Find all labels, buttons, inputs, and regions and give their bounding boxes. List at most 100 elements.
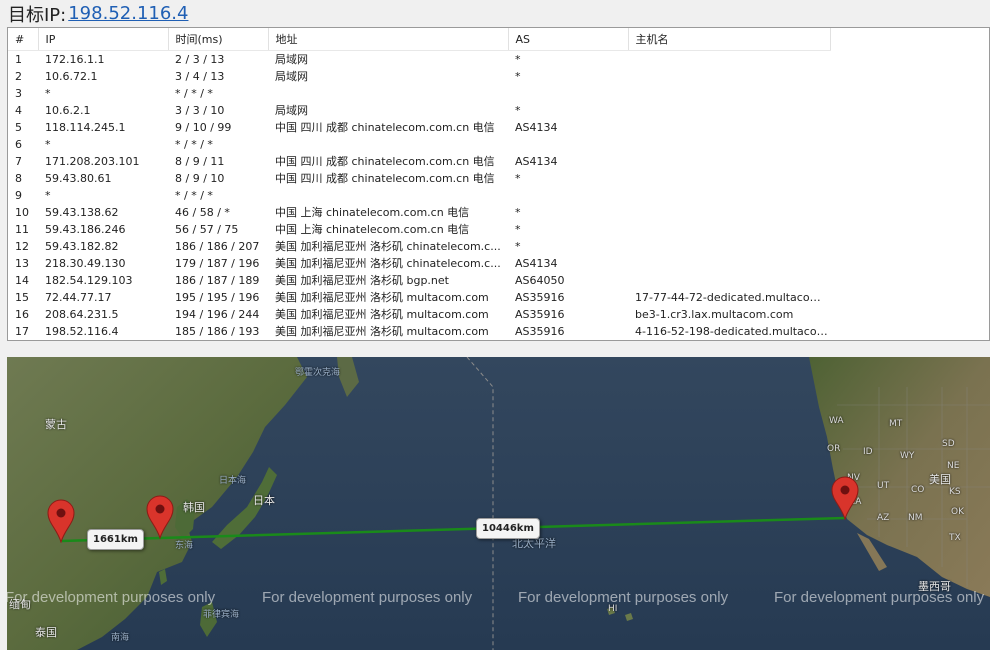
column-header-ip[interactable]: IP: [38, 28, 169, 51]
hop-ip-cell: 59.43.186.246: [45, 223, 126, 236]
state-wy: WY: [900, 451, 915, 461]
column-header-hostname[interactable]: 主机名: [628, 28, 831, 51]
hop-hostname-cell: [628, 187, 830, 204]
hop-hostname-cell: [628, 204, 830, 221]
table-row[interactable]: 5 118.114.245.1 9 / 10 / 99 中国 四川 成都 chinat…: [8, 119, 830, 136]
map-pin-marker-chengdu[interactable]: [47, 499, 75, 543]
hop-number-cell: 7: [15, 155, 22, 168]
column-header-hop[interactable]: #: [8, 28, 39, 51]
table-row[interactable]: 7 171.208.203.101 8 / 9 / 11 中国 四川 成都 china…: [8, 153, 830, 170]
hop-number-cell: 1: [15, 53, 22, 66]
hop-time-cell: 8 / 9 / 11: [175, 155, 225, 168]
hop-as-cell: AS4134: [515, 121, 558, 134]
table-row[interactable]: 13 218.30.49.130 179 / 187 / 196 美国 加利福尼亚州 …: [8, 255, 830, 272]
state-sd: SD: [942, 439, 955, 449]
state-wa: WA: [829, 416, 844, 426]
hop-number-cell: 17: [15, 325, 29, 338]
hop-hostname-cell: [628, 221, 830, 238]
hop-as-cell: AS35916: [515, 308, 565, 321]
hop-ip-cell: 218.30.49.130: [45, 257, 126, 270]
state-az: AZ: [877, 513, 890, 523]
hop-address-cell: 中国 四川 成都 chinatelecom.com.cn 电信: [275, 155, 495, 168]
hop-address-cell: 中国 四川 成都 chinatelecom.com.cn 电信: [275, 121, 495, 134]
label-okhotsk-sea: 鄂霍次克海: [295, 368, 341, 378]
watermark-3: For development purposes only: [518, 589, 729, 606]
table-row[interactable]: 14 182.54.129.103 186 / 187 / 189 美国 加利福尼亚州…: [8, 272, 830, 289]
state-nm: NM: [908, 513, 923, 523]
label-japan: 日本: [253, 494, 275, 507]
hop-number-cell: 10: [15, 206, 29, 219]
hop-address-cell: 美国 加利福尼亚州 洛杉矶 multacom.com: [275, 325, 489, 338]
hop-hostname-cell: [628, 255, 830, 272]
column-header-as[interactable]: AS: [508, 28, 629, 51]
hop-as-cell: [508, 187, 628, 204]
hop-number-cell: 16: [15, 308, 29, 321]
route-map[interactable]: 蒙古 韩国 日本 日本海 东海 鄂霍次克海 北太平洋 美国 墨西哥 泰国 缅甸 …: [7, 357, 990, 650]
hop-time-cell: * / * / *: [175, 138, 213, 151]
hop-hostname-cell: [628, 119, 830, 136]
distance-label-segment-2: 10446km: [476, 518, 540, 539]
hop-as-cell: AS4134: [515, 257, 558, 270]
hop-as-cell: AS4134: [515, 155, 558, 168]
hop-time-cell: 186 / 186 / 207: [175, 240, 260, 253]
hop-address-cell: 美国 加利福尼亚州 洛杉矶 chinatelecom.c...: [275, 240, 501, 253]
table-row[interactable]: 2 10.6.72.1 3 / 4 / 13 局域网 *: [8, 68, 830, 85]
hop-hostname-cell: [628, 51, 830, 69]
target-ip-link[interactable]: 198.52.116.4: [68, 3, 188, 24]
map-pin-marker-shanghai[interactable]: [146, 495, 174, 539]
table-row[interactable]: 1 172.16.1.1 2 / 3 / 13 局域网 *: [8, 51, 830, 69]
table-row[interactable]: 10 59.43.138.62 46 / 58 / * 中国 上海 chinatele…: [8, 204, 830, 221]
label-sea-of-japan: 日本海: [219, 476, 247, 486]
hop-as-cell: *: [515, 53, 521, 66]
hop-ip-cell: 172.16.1.1: [45, 53, 105, 66]
label-mongolia: 蒙古: [45, 418, 67, 431]
map-pin-marker-los-angeles[interactable]: [831, 476, 859, 520]
hop-time-cell: * / * / *: [175, 87, 213, 100]
table-row[interactable]: 9 * * / * / *: [8, 187, 830, 204]
table-row[interactable]: 8 59.43.80.61 8 / 9 / 10 中国 四川 成都 chinatele…: [8, 170, 830, 187]
hop-number-cell: 2: [15, 70, 22, 83]
hop-hostname-cell: [628, 170, 830, 187]
hop-ip-cell: 59.43.80.61: [45, 172, 112, 185]
hop-hostname-cell: [628, 238, 830, 255]
label-thailand: 泰国: [35, 626, 57, 639]
table-row[interactable]: 3 * * / * / *: [8, 85, 830, 102]
hop-number-cell: 11: [15, 223, 29, 236]
hop-as-cell: *: [515, 172, 521, 185]
hop-number-cell: 12: [15, 240, 29, 253]
hop-time-cell: 186 / 187 / 189: [175, 274, 260, 287]
hop-time-cell: 179 / 187 / 196: [175, 257, 260, 270]
hop-number-cell: 8: [15, 172, 22, 185]
state-ne: NE: [947, 461, 960, 471]
distance-label-segment-1: 1661km: [87, 529, 144, 550]
hop-as-cell: *: [515, 206, 521, 219]
label-east-sea: 东海: [175, 541, 194, 551]
table-row[interactable]: 4 10.6.2.1 3 / 3 / 10 局域网 *: [8, 102, 830, 119]
hop-as-cell: *: [515, 240, 521, 253]
column-header-time[interactable]: 时间(ms): [168, 28, 269, 51]
hop-as-cell: AS35916: [515, 291, 565, 304]
hop-as-cell: *: [515, 223, 521, 236]
hop-ip-cell: 10.6.2.1: [45, 104, 91, 117]
hop-number-cell: 9: [15, 189, 22, 202]
table-header-row: # IP 时间(ms) 地址 AS 主机名: [8, 28, 831, 51]
table-row[interactable]: 12 59.43.182.82 186 / 186 / 207 美国 加利福尼亚州 洛…: [8, 238, 830, 255]
table-row[interactable]: 16 208.64.231.5 194 / 196 / 244 美国 加利福尼亚州 洛…: [8, 306, 830, 323]
hop-as-cell: AS35916: [515, 325, 565, 338]
state-co: CO: [911, 485, 925, 495]
hop-ip-cell: *: [45, 138, 51, 151]
hop-time-cell: 2 / 3 / 13: [175, 53, 225, 66]
hop-hostname-cell: [628, 272, 830, 289]
hop-hostname-cell: 4-116-52-198-dedicated.multacom.c...: [635, 325, 830, 338]
table-row[interactable]: 15 72.44.77.17 195 / 195 / 196 美国 加利福尼亚州 洛杉…: [8, 289, 830, 306]
hop-ip-cell: *: [45, 189, 51, 202]
column-header-address[interactable]: 地址: [268, 28, 509, 51]
hop-as-cell: [508, 85, 628, 102]
hop-as-cell: [508, 136, 628, 153]
state-id: ID: [863, 447, 873, 457]
hop-ip-cell: 59.43.182.82: [45, 240, 119, 253]
table-row[interactable]: 6 * * / * / *: [8, 136, 830, 153]
hop-address-cell: 中国 上海 chinatelecom.com.cn 电信: [275, 206, 470, 219]
table-row[interactable]: 17 198.52.116.4 185 / 186 / 193 美国 加利福尼亚州 洛…: [8, 323, 830, 340]
table-row[interactable]: 11 59.43.186.246 56 / 57 / 75 中国 上海 chinate…: [8, 221, 830, 238]
